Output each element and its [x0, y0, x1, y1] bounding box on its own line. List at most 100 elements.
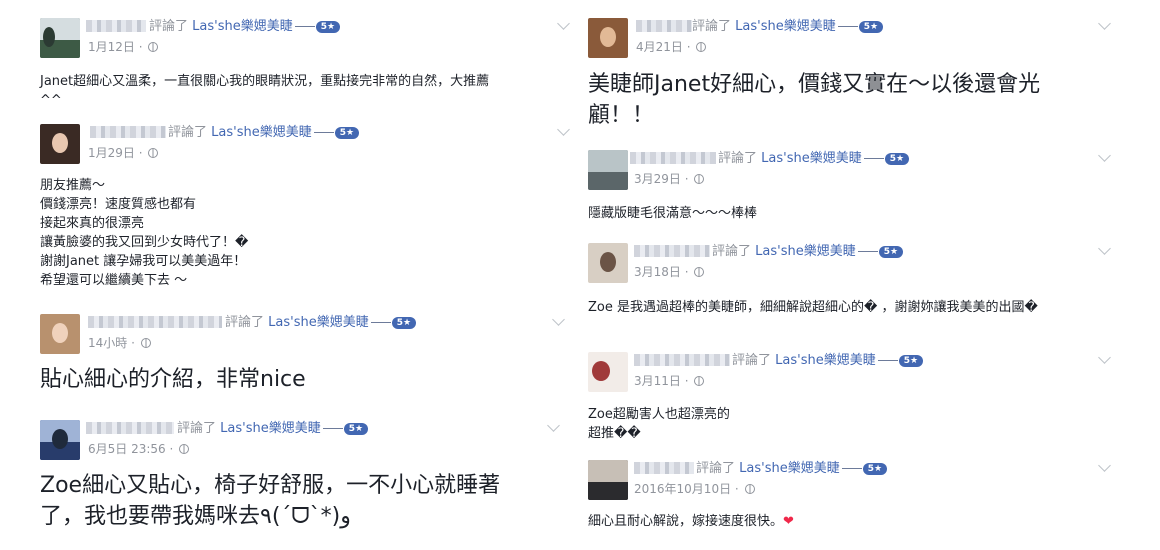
review-date[interactable]: 3月18日	[634, 265, 681, 279]
heart-emoji-icon: ❤	[783, 514, 794, 529]
chevron-down-icon[interactable]	[547, 419, 560, 432]
rating-badge: 5★	[334, 126, 360, 139]
review-card: 評論了 Las'she樂媤美睫 5★ 2016年10月10日 · 細心且耐心解說，…	[588, 459, 1118, 545]
rating-badge: 5★	[315, 20, 341, 33]
review-date[interactable]: 14小時	[88, 336, 127, 350]
page-link[interactable]: Las'she樂媤美睫	[735, 19, 836, 34]
chevron-down-icon[interactable]	[552, 313, 565, 326]
review-header: 評論了 Las'she樂媤美睫 5★	[692, 19, 884, 35]
rating-badge: 5★	[391, 316, 417, 329]
reviewer-name[interactable]	[634, 462, 694, 474]
reviewer-name[interactable]	[630, 152, 716, 164]
review-card: 評論了 Las'she樂媤美睫 5★ 1月12日 · Janet超細心又溫柔，一直…	[40, 17, 570, 113]
globe-icon	[148, 42, 159, 52]
chevron-down-icon[interactable]	[1098, 17, 1111, 30]
globe-icon	[140, 338, 151, 348]
page-link[interactable]: Las'she樂媤美睫	[268, 315, 369, 330]
review-card: 評論了 Las'she樂媤美睫 5★ 1月29日 · 朋友推薦～ 價錢漂亮！速度質…	[40, 123, 570, 304]
review-action: 評論了	[718, 151, 758, 166]
review-meta: 3月11日 ·	[634, 374, 705, 388]
globe-icon	[696, 42, 707, 52]
page-link[interactable]: Las'she樂媤美睫	[211, 125, 312, 140]
review-date[interactable]: 4月21日	[636, 40, 683, 54]
globe-icon	[694, 267, 705, 277]
reviewer-name[interactable]	[86, 20, 146, 32]
page-link[interactable]: Las'she樂媤美睫	[775, 353, 876, 368]
page-link[interactable]: Las'she樂媤美睫	[192, 19, 293, 34]
review-date[interactable]: 3月11日	[634, 374, 681, 388]
review-date[interactable]: 6月5日 23:56	[88, 442, 166, 456]
page-link[interactable]: Las'she樂媤美睫	[220, 421, 321, 436]
rating-badge: 5★	[884, 152, 910, 165]
avatar[interactable]	[588, 243, 628, 283]
reviewer-name[interactable]	[636, 20, 692, 32]
review-text: 隱藏版睫毛很滿意～～～棒棒	[588, 206, 758, 221]
review-date[interactable]: 2016年10月10日	[634, 482, 731, 496]
reviewer-name[interactable]	[90, 126, 166, 138]
avatar[interactable]	[588, 352, 628, 392]
review-text: 美睫師Janet好細心，價錢又實在～以後還會光 顧！！	[588, 72, 1041, 128]
rating-badge: 5★	[878, 245, 904, 258]
page-link[interactable]: Las'she樂媤美睫	[739, 461, 840, 476]
review-header: 評論了 Las'she樂媤美睫 5★	[696, 461, 888, 477]
review-meta: 6月5日 23:56 ·	[88, 442, 190, 456]
review-header: 評論了 Las'she樂媤美睫 5★	[718, 151, 910, 167]
review-text: 朋友推薦～ 價錢漂亮！速度質感也都有 接起來真的很漂亮 讓黃臉婆的我又回到少女時…	[40, 178, 249, 288]
page-link[interactable]: Las'she樂媤美睫	[755, 244, 856, 259]
review-text: Zoe超勵害人也超漂亮的 超推��	[588, 407, 730, 441]
review-header: 評論了 Las'she樂媤美睫 5★	[732, 353, 924, 369]
review-action: 評論了	[225, 315, 265, 330]
avatar[interactable]	[588, 460, 628, 500]
review-meta: 1月12日 ·	[88, 40, 159, 54]
page-link[interactable]: Las'she樂媤美睫	[761, 151, 862, 166]
avatar[interactable]	[588, 150, 628, 190]
rating-badge: 5★	[858, 20, 884, 33]
reviewer-name[interactable]	[634, 245, 710, 257]
review-header: 評論了 Las'she樂媤美睫 5★	[225, 315, 417, 331]
chevron-down-icon[interactable]	[557, 17, 570, 30]
globe-icon	[694, 174, 705, 184]
review-meta: 3月29日 ·	[634, 172, 705, 186]
review-action: 評論了	[168, 125, 208, 140]
review-card: 評論了 Las'she樂媤美睫 5★ 6月5日 23:56 · Zoe細心又貼心，…	[40, 419, 570, 540]
review-meta: 4月21日 ·	[636, 40, 707, 54]
review-header: 評論了 Las'she樂媤美睫 5★	[712, 244, 904, 260]
chevron-down-icon[interactable]	[1098, 242, 1111, 255]
review-action: 評論了	[692, 19, 732, 34]
review-card: 評論了 Las'she樂媤美睫 5★ 4月21日 · 美睫師Janet好細心，價錢…	[588, 17, 1118, 133]
review-date[interactable]: 3月29日	[634, 172, 681, 186]
review-text: Janet超細心又溫柔，一直很關心我的眼睛狀況，重點接完非常的自然，大推薦 ^^	[40, 74, 490, 108]
rating-badge: 5★	[343, 422, 369, 435]
rating-badge: 5★	[862, 462, 888, 475]
review-text-content: 細心且耐心解說，嫁接速度很快。	[588, 514, 784, 529]
review-card: 評論了 Las'she樂媤美睫 5★ 3月18日 · Zoe 是我遇過超棒的美睫師…	[588, 242, 1118, 323]
avatar[interactable]	[588, 18, 628, 58]
avatar[interactable]	[40, 124, 80, 164]
avatar[interactable]	[40, 18, 80, 58]
review-action: 評論了	[149, 19, 189, 34]
chevron-down-icon[interactable]	[1098, 351, 1111, 364]
globe-icon	[694, 376, 705, 386]
reviewer-name[interactable]	[634, 354, 730, 366]
globe-icon	[179, 444, 190, 454]
review-header: 評論了 Las'she樂媤美睫 5★	[177, 421, 369, 437]
review-text: Zoe 是我遇過超棒的美睫師，細細解說超細心的� ，謝謝妳讓我美美的出國�	[588, 300, 1038, 315]
review-meta: 2016年10月10日 ·	[634, 482, 755, 496]
chevron-down-icon[interactable]	[1098, 459, 1111, 472]
chevron-down-icon[interactable]	[557, 123, 570, 136]
avatar[interactable]	[40, 314, 80, 354]
review-action: 評論了	[696, 461, 736, 476]
review-date[interactable]: 1月29日	[88, 146, 135, 160]
avatar[interactable]	[40, 420, 80, 460]
review-card: 評論了 Las'she樂媤美睫 5★ 3月29日 · 隱藏版睫毛很滿意～～～棒棒	[588, 149, 1118, 225]
review-meta: 14小時 ·	[88, 336, 151, 350]
review-text: Zoe細心又貼心，椅子好舒服，一不小心就睡著 了，我也要帶我媽咪去٩(ˊᗜˋ*)…	[40, 473, 501, 529]
review-text: 細心且耐心解說，嫁接速度很快。❤	[588, 512, 1108, 531]
chevron-down-icon[interactable]	[1098, 149, 1111, 162]
review-date[interactable]: 1月12日	[88, 40, 135, 54]
review-meta: 1月29日 ·	[88, 146, 159, 160]
review-action: 評論了	[732, 353, 772, 368]
review-card: 評論了 Las'she樂媤美睫 5★ 14小時 · 貼心細心的介紹，非常nice	[40, 313, 570, 404]
reviewer-name[interactable]	[86, 422, 174, 434]
reviewer-name[interactable]	[88, 316, 222, 328]
